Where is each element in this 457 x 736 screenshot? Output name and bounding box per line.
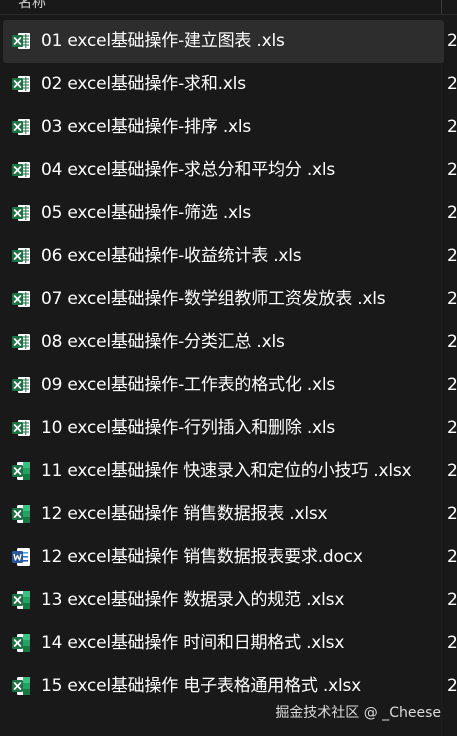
file-row[interactable]: 06 excel基础操作-收益统计表 .xls 2 [0, 235, 457, 278]
excel-97-file-icon [11, 31, 31, 51]
file-date: 2 [447, 547, 457, 567]
file-date: 2 [447, 590, 457, 610]
file-row[interactable]: 08 excel基础操作-分类汇总 .xls 2 [0, 321, 457, 364]
file-row[interactable]: 01 excel基础操作-建立图表 .xls 2 [3, 20, 457, 63]
excel-97-file-icon [11, 289, 31, 309]
file-name: 10 excel基础操作-行列插入和删除 .xls [41, 418, 336, 438]
file-row[interactable]: 13 excel基础操作 数据录入的规范 .xlsx 2 [0, 579, 457, 622]
file-date: 2 [447, 676, 457, 696]
file-name: 02 excel基础操作-求和.xls [41, 74, 246, 94]
column-header: 名称 [0, 0, 457, 15]
file-name: 01 excel基础操作-建立图表 .xls [41, 31, 285, 51]
file-row[interactable]: 11 excel基础操作 快速录入和定位的小技巧 .xlsx 2 [0, 450, 457, 493]
file-row[interactable]: 04 excel基础操作-求总分和平均分 .xls 2 [0, 149, 457, 192]
file-row[interactable]: 12 excel基础操作 销售数据报表 .xlsx 2 [0, 493, 457, 536]
file-date: 2 [447, 160, 457, 180]
file-date: 2 [447, 418, 457, 438]
file-row[interactable]: 14 excel基础操作 时间和日期格式 .xlsx 2 [0, 622, 457, 665]
file-date: 2 [447, 74, 457, 94]
file-name: 07 excel基础操作-数学组教师工资发放表 .xls [41, 289, 386, 309]
file-name: 12 excel基础操作 销售数据报表要求.docx [41, 547, 363, 567]
excel-97-file-icon [11, 375, 31, 395]
excel-97-file-icon [11, 332, 31, 352]
excel-97-file-icon [11, 74, 31, 94]
file-date: 2 [447, 246, 457, 266]
excel-97-file-icon [11, 117, 31, 137]
file-name: 14 excel基础操作 时间和日期格式 .xlsx [41, 633, 345, 653]
file-date: 2 [447, 633, 457, 653]
file-date: 2 [447, 332, 457, 352]
file-list: 01 excel基础操作-建立图表 .xls 2 02 excel基础操作-求和.x… [0, 20, 457, 708]
file-name: 12 excel基础操作 销售数据报表 .xlsx [41, 504, 328, 524]
file-date: 2 [447, 117, 457, 137]
file-row[interactable]: 07 excel基础操作-数学组教师工资发放表 .xls 2 [0, 278, 457, 321]
excel-97-file-icon [11, 203, 31, 223]
file-row[interactable]: 10 excel基础操作-行列插入和删除 .xls 2 [0, 407, 457, 450]
file-row[interactable]: 05 excel基础操作-筛选 .xls 2 [0, 192, 457, 235]
file-row[interactable]: 02 excel基础操作-求和.xls 2 [0, 63, 457, 106]
file-date: 2 [447, 461, 457, 481]
excel-file-icon [11, 461, 31, 481]
excel-file-icon [11, 590, 31, 610]
file-name: 11 excel基础操作 快速录入和定位的小技巧 .xlsx [41, 461, 412, 481]
excel-file-icon [11, 633, 31, 653]
excel-97-file-icon [11, 160, 31, 180]
word-file-icon [11, 547, 31, 567]
file-date: 2 [447, 504, 457, 524]
file-name: 05 excel基础操作-筛选 .xls [41, 203, 252, 223]
file-date: 2 [447, 375, 457, 395]
excel-97-file-icon [11, 418, 31, 438]
file-name: 04 excel基础操作-求总分和平均分 .xls [41, 160, 336, 180]
file-name: 03 excel基础操作-排序 .xls [41, 117, 252, 137]
file-date: 2 [447, 31, 457, 51]
file-name: 08 excel基础操作-分类汇总 .xls [41, 332, 285, 352]
file-date: 2 [447, 203, 457, 223]
file-name: 06 excel基础操作-收益统计表 .xls [41, 246, 302, 266]
name-column-header[interactable]: 名称 [18, 0, 46, 12]
excel-97-file-icon [11, 246, 31, 266]
column-resize-handle[interactable] [441, 0, 442, 14]
file-date: 2 [447, 289, 457, 309]
file-name: 13 excel基础操作 数据录入的规范 .xlsx [41, 590, 345, 610]
excel-file-icon [11, 504, 31, 524]
file-row[interactable]: 09 excel基础操作-工作表的格式化 .xls 2 [0, 364, 457, 407]
watermark: 掘金技术社区 @ _Cheese [275, 705, 441, 721]
excel-file-icon [11, 676, 31, 696]
file-row[interactable]: 12 excel基础操作 销售数据报表要求.docx 2 [0, 536, 457, 579]
file-row[interactable]: 03 excel基础操作-排序 .xls 2 [0, 106, 457, 149]
file-name: 09 excel基础操作-工作表的格式化 .xls [41, 375, 336, 395]
